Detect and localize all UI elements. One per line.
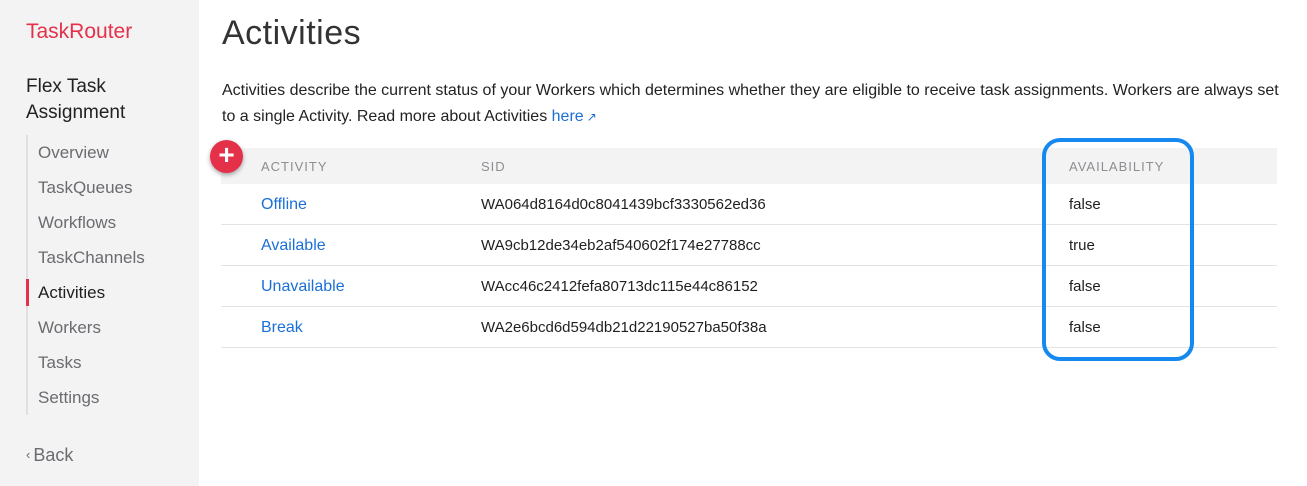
chevron-left-icon: ‹	[26, 447, 31, 462]
activity-availability: false	[1069, 319, 1101, 336]
activity-sid: WAcc46c2412fefa80713dc115e44c86152	[481, 278, 758, 295]
back-link[interactable]: ‹ Back	[26, 445, 73, 466]
activity-link[interactable]: Break	[261, 319, 303, 337]
activity-sid: WA9cb12de34eb2af540602f174e27788cc	[481, 237, 761, 254]
sidebar-nav: Overview TaskQueues Workflows TaskChanne…	[26, 135, 196, 415]
activity-availability: true	[1069, 237, 1095, 254]
sidebar-item-activities[interactable]: Activities	[26, 275, 196, 310]
table-row: Unavailable WAcc46c2412fefa80713dc115e44…	[221, 266, 1277, 307]
column-header-activity[interactable]: ACTIVITY	[261, 159, 328, 174]
table-row: Break WA2e6bcd6d594db21d22190527ba50f38a…	[221, 307, 1277, 348]
sidebar-item-overview[interactable]: Overview	[28, 135, 196, 170]
activity-link[interactable]: Available	[261, 237, 326, 255]
activities-table: ACTIVITY SID AVAILABILITY Offline WA064d…	[221, 148, 1277, 348]
section-title: Flex Task Assignment	[26, 76, 126, 123]
brand-title[interactable]: TaskRouter	[26, 20, 132, 44]
sidebar-item-taskqueues[interactable]: TaskQueues	[28, 170, 196, 205]
sidebar-item-settings[interactable]: Settings	[28, 380, 196, 415]
activity-link[interactable]: Unavailable	[261, 278, 345, 296]
column-header-sid[interactable]: SID	[481, 159, 506, 174]
sidebar-item-workers[interactable]: Workers	[28, 310, 196, 345]
table-row: Offline WA064d8164d0c8041439bcf3330562ed…	[221, 184, 1277, 225]
table-header: ACTIVITY SID AVAILABILITY	[221, 148, 1277, 184]
sidebar: TaskRouter Flex Task Assignment Overview…	[0, 0, 199, 486]
docs-link[interactable]: here ↗	[552, 108, 597, 125]
activity-link[interactable]: Offline	[261, 196, 307, 214]
activity-sid: WA2e6bcd6d594db21d22190527ba50f38a	[481, 319, 767, 336]
column-header-availability[interactable]: AVAILABILITY	[1069, 159, 1164, 174]
sidebar-item-workflows[interactable]: Workflows	[28, 205, 196, 240]
page-title: Activities	[222, 14, 362, 52]
activity-sid: WA064d8164d0c8041439bcf3330562ed36	[481, 196, 766, 213]
page-description: Activities describe the current status o…	[222, 78, 1282, 130]
external-link-icon: ↗	[586, 110, 597, 124]
sidebar-item-tasks[interactable]: Tasks	[28, 345, 196, 380]
activity-availability: false	[1069, 278, 1101, 295]
add-activity-button[interactable]: +	[210, 140, 243, 173]
table-row: Available WA9cb12de34eb2af540602f174e277…	[221, 225, 1277, 266]
sidebar-item-taskchannels[interactable]: TaskChannels	[28, 240, 196, 275]
back-label: Back	[33, 445, 74, 465]
activity-availability: false	[1069, 196, 1101, 213]
description-text: Activities describe the current status o…	[222, 82, 1279, 125]
